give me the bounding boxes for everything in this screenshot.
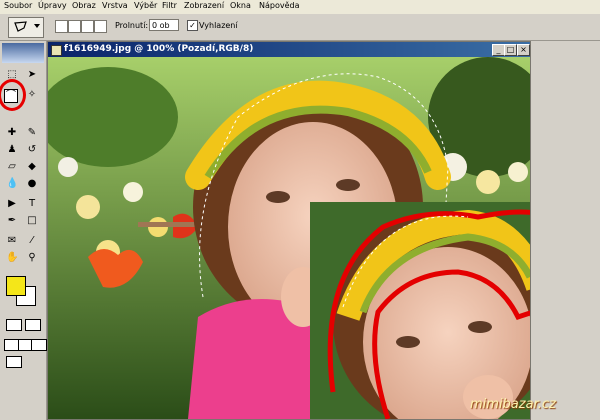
highlight-circle <box>0 79 26 111</box>
magic-wand-icon[interactable]: ✧ <box>26 89 38 101</box>
add-selection-button[interactable] <box>68 20 81 33</box>
lasso-icon <box>14 21 27 32</box>
hand-icon[interactable]: ✋ <box>6 252 18 264</box>
screen-mode-full-button[interactable] <box>31 339 47 351</box>
eyedropper-icon[interactable]: ⁄ <box>26 235 38 247</box>
foreground-color-swatch[interactable] <box>6 276 26 296</box>
intersect-selection-button[interactable] <box>94 20 107 33</box>
blur-icon[interactable]: 💧 <box>6 178 18 190</box>
subtract-selection-button[interactable] <box>81 20 94 33</box>
imageready-jump-button[interactable] <box>6 356 22 368</box>
stamp-icon[interactable]: ♟ <box>6 144 18 156</box>
menu-okna[interactable]: Okna <box>230 1 251 10</box>
menu-napoveda[interactable]: Nápověda <box>259 1 300 10</box>
move-tool-icon[interactable]: ➤ <box>26 69 38 81</box>
photoshop-logo <box>2 43 44 63</box>
new-selection-button[interactable] <box>55 20 68 33</box>
notes-icon[interactable]: ✉ <box>6 235 18 247</box>
history-brush-icon[interactable]: ↺ <box>26 144 38 156</box>
close-button[interactable]: × <box>517 44 530 56</box>
watermark-text: mimibazar.cz <box>470 397 556 412</box>
maximize-button[interactable]: □ <box>504 44 517 56</box>
menu-zobrazeni[interactable]: Zobrazení <box>184 1 224 10</box>
standard-mode-button[interactable] <box>6 319 22 331</box>
brush-icon[interactable]: ✎ <box>26 127 38 139</box>
feather-label: Prolnutí: <box>115 21 149 30</box>
feather-input[interactable]: 0 ob <box>149 19 179 31</box>
pen-icon[interactable]: ✒ <box>6 215 18 227</box>
type-tool-icon[interactable]: T <box>26 198 38 210</box>
menu-upravy[interactable]: Úpravy <box>38 1 67 10</box>
quickmask-mode-button[interactable] <box>25 319 41 331</box>
document-window: f1616949.jpg @ 100% (Pozadí,RGB/8) _ □ × <box>47 41 531 420</box>
healing-brush-icon[interactable]: ✚ <box>6 127 18 139</box>
zoom-icon[interactable]: ⚲ <box>26 252 38 264</box>
path-select-icon[interactable]: ▶ <box>6 198 18 210</box>
document-titlebar[interactable]: f1616949.jpg @ 100% (Pozadí,RGB/8) _ □ × <box>48 42 530 57</box>
document-title: f1616949.jpg @ 100% (Pozadí,RGB/8) <box>64 44 254 54</box>
inset-zoom-panel <box>310 202 530 419</box>
menu-bar: Soubor Úpravy Obraz Vrstva Výběr Filtr Z… <box>0 0 600 15</box>
chevron-down-icon <box>34 24 40 28</box>
toolbox: ⬚ ➤ ⌒ ✧ ✚ ✎ ♟ ↺ ▱ ◆ 💧 ● ▶ T ✒ □ ✉ ⁄ ✋ ⚲ <box>0 41 47 420</box>
menu-filtr[interactable]: Filtr <box>162 1 177 10</box>
tool-preset-picker[interactable] <box>8 17 44 38</box>
menu-vyber[interactable]: Výběr <box>134 1 157 10</box>
dodge-icon[interactable]: ● <box>26 178 38 190</box>
photo-illustration <box>48 57 530 419</box>
shape-icon[interactable]: □ <box>26 215 38 227</box>
antialias-label: Vyhlazení <box>199 21 238 30</box>
document-icon <box>51 45 62 56</box>
eraser-icon[interactable]: ▱ <box>6 161 18 173</box>
options-bar: Prolnutí: 0 ob ✓ Vyhlazení <box>0 14 600 41</box>
menu-vrstva[interactable]: Vrstva <box>102 1 128 10</box>
menu-obraz[interactable]: Obraz <box>72 1 96 10</box>
bucket-icon[interactable]: ◆ <box>26 161 38 173</box>
image-canvas[interactable] <box>48 57 530 419</box>
menu-soubor[interactable]: Soubor <box>4 1 32 10</box>
antialias-checkbox[interactable]: ✓ <box>187 20 198 31</box>
